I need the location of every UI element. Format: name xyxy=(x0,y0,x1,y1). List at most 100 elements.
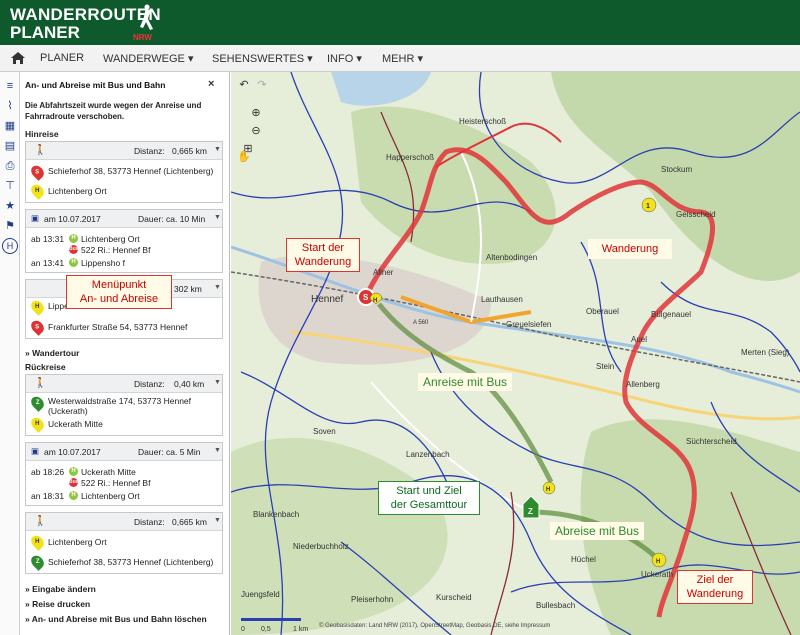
distance-label: Distanz: xyxy=(134,379,165,389)
place-label: Hennef xyxy=(311,294,343,305)
dep-stop: Lichtenberg Ort xyxy=(81,234,140,244)
close-icon[interactable]: × xyxy=(208,78,214,90)
zoom-in-icon[interactable]: ⊕ xyxy=(249,106,263,120)
chevron-down-icon[interactable]: ▼ xyxy=(214,284,221,291)
side-icon-bar: ≡ ⌇ ▦ ▤ ⎙ ⊤ ★ ⚑ H xyxy=(0,72,20,635)
start-pin-icon: S xyxy=(28,318,47,336)
place-label: Uckerath xyxy=(641,570,673,579)
wandertour-link[interactable]: » Wandertour xyxy=(25,348,79,358)
map-canvas[interactable]: S H 1 Z H H Happerschoß Heisterschoß Sto… xyxy=(231,72,800,635)
to-address: Frankfurter Straße 54, 53773 Hennef xyxy=(48,322,188,332)
box-header: ▣ am 10.07.2017 Dauer: ca. 5 Min ▼ xyxy=(26,443,222,461)
undo-icon[interactable]: ↶ xyxy=(237,78,251,92)
place-label: Lauthausen xyxy=(481,295,523,304)
distance-label: Distanz: xyxy=(134,146,165,156)
reise-drucken-link[interactable]: » Reise drucken xyxy=(25,599,90,609)
train-icon: ▣ xyxy=(31,446,40,456)
hiker-logo-icon: NRW xyxy=(133,4,153,42)
dep-time: ab 13:31 xyxy=(31,234,65,244)
to-stop: Lichtenberg Ort xyxy=(48,186,107,196)
place-label: Altenbodingen xyxy=(486,253,537,262)
bus-line: 522 Ri.: Hennef Bf xyxy=(81,478,151,488)
arr-stop: Lippensho f xyxy=(81,258,125,268)
start-marker-label: S xyxy=(363,293,369,302)
to-stop: Uckerath Mitte xyxy=(48,419,103,429)
hin-bus-box: ▣ am 10.07.2017 Dauer: ca. 10 Min ▼ ab 1… xyxy=(25,209,223,273)
logo-line2[interactable]: PLANER xyxy=(10,23,80,43)
loeschen-link[interactable]: » An- und Abreise mit Bus und Bahn lösch… xyxy=(25,614,207,624)
nav-wanderwege[interactable]: WANDERWEGE ▾ xyxy=(103,52,193,65)
app-header: WANDERROUTEN PLANER NRW xyxy=(0,0,800,45)
nav-sehenswertes[interactable]: SEHENSWERTES ▾ xyxy=(212,52,313,65)
callout-wanderung: Wanderung xyxy=(588,239,672,259)
duration-label: Dauer: xyxy=(138,214,164,224)
place-label: Geisscheid xyxy=(676,210,716,219)
goal-pin-icon: Z xyxy=(28,553,47,571)
eingabe-aendern-link[interactable]: » Eingabe ändern xyxy=(25,584,96,594)
callout-start: Start der Wanderung xyxy=(286,238,360,272)
nav-mehr[interactable]: MEHR ▾ xyxy=(382,52,423,65)
train-icon: ▣ xyxy=(31,213,40,223)
rueck-bus-box: ▣ am 10.07.2017 Dauer: ca. 5 Min ▼ ab 18… xyxy=(25,442,223,506)
route-icon[interactable]: ⌇ xyxy=(2,98,18,114)
scale-label: 0,5 xyxy=(261,626,271,633)
waypoint-1-label: 1 xyxy=(646,203,650,210)
distance-value: 0,665 km xyxy=(172,146,207,156)
box-header: 🚶 Distanz: 0,665 km ▼ xyxy=(26,142,222,160)
bus-line-icon: Bus xyxy=(69,245,79,254)
star-icon[interactable]: ★ xyxy=(2,198,18,214)
place-label: Pleiserhohn xyxy=(351,595,393,604)
nav-planer[interactable]: PLANER xyxy=(40,52,84,64)
place-label: Allenberg xyxy=(626,380,660,389)
place-label: Juengsfeld xyxy=(241,590,280,599)
duration-label: Dauer: xyxy=(138,447,164,457)
place-label: Oberauel xyxy=(586,307,619,316)
walker-icon: 🚶 xyxy=(34,145,47,156)
dep-time: ab 18:26 xyxy=(31,467,65,477)
place-label: Lanzenbach xyxy=(406,450,450,459)
scale-bar xyxy=(241,618,301,621)
printer-icon[interactable]: ⎙ xyxy=(2,158,18,174)
stop-pin-icon: H xyxy=(28,415,47,433)
signpost-icon[interactable]: ⊤ xyxy=(2,178,18,194)
scale-label: 0 xyxy=(241,626,245,633)
place-label: Auel xyxy=(631,335,647,344)
place-label: Bullesbach xyxy=(536,601,575,610)
redo-icon[interactable]: ↷ xyxy=(255,78,269,92)
start-pin-icon: S xyxy=(28,163,47,181)
place-label: Stockum xyxy=(661,165,692,174)
arr-time: an 18:31 xyxy=(31,491,65,501)
chevron-down-icon[interactable]: ▼ xyxy=(214,214,221,221)
arr-time: an 13:41 xyxy=(31,258,65,268)
nav-info[interactable]: INFO ▾ xyxy=(327,52,362,65)
place-label: Allner xyxy=(373,268,394,277)
print-icon[interactable]: ▤ xyxy=(2,138,18,154)
chevron-down-icon[interactable]: ▼ xyxy=(214,447,221,454)
map-view[interactable]: S H 1 Z H H Happerschoß Heisterschoß Sto… xyxy=(231,72,800,635)
callout-abreise: Abreise mit Bus xyxy=(550,522,645,540)
chevron-down-icon[interactable]: ▼ xyxy=(214,379,221,386)
box-header: 🚶 Distanz: 0,40 km ▼ xyxy=(26,375,222,393)
place-label: Süchterscheid xyxy=(686,437,737,446)
bus-stop-marker-label: H xyxy=(656,559,660,565)
bus-stop-marker-label: H xyxy=(546,487,550,493)
section-rueckreise: Rückreise xyxy=(25,362,66,372)
stop-dot-icon: H xyxy=(69,467,78,476)
home-icon[interactable] xyxy=(10,51,26,65)
from-stop: Lichtenberg Ort xyxy=(48,537,107,547)
menu-icon[interactable]: ≡ xyxy=(2,78,18,94)
map-attribution: © Geobasisdaten: Land NRW (2017), OpenSt… xyxy=(319,622,550,629)
from-address: Westerwaldstraße 174, 53773 Hennef (Ucke… xyxy=(48,396,192,416)
zoom-out-icon[interactable]: ⊖ xyxy=(249,124,263,138)
chevron-down-icon[interactable]: ▼ xyxy=(214,517,221,524)
flag-icon[interactable]: ⚑ xyxy=(2,218,18,234)
logo-badge: NRW xyxy=(133,33,152,42)
bus-icon[interactable]: H xyxy=(2,238,18,254)
bus-line: 522 Ri.: Hennef Bf xyxy=(81,245,151,255)
chevron-down-icon[interactable]: ▼ xyxy=(214,146,221,153)
trip-date: am 10.07.2017 xyxy=(44,447,101,457)
bus-line-icon: Bus xyxy=(69,478,79,487)
map-icon[interactable]: ▦ xyxy=(2,118,18,134)
pan-hand-icon[interactable]: ✋ xyxy=(237,150,251,164)
place-label: Soven xyxy=(313,427,336,436)
